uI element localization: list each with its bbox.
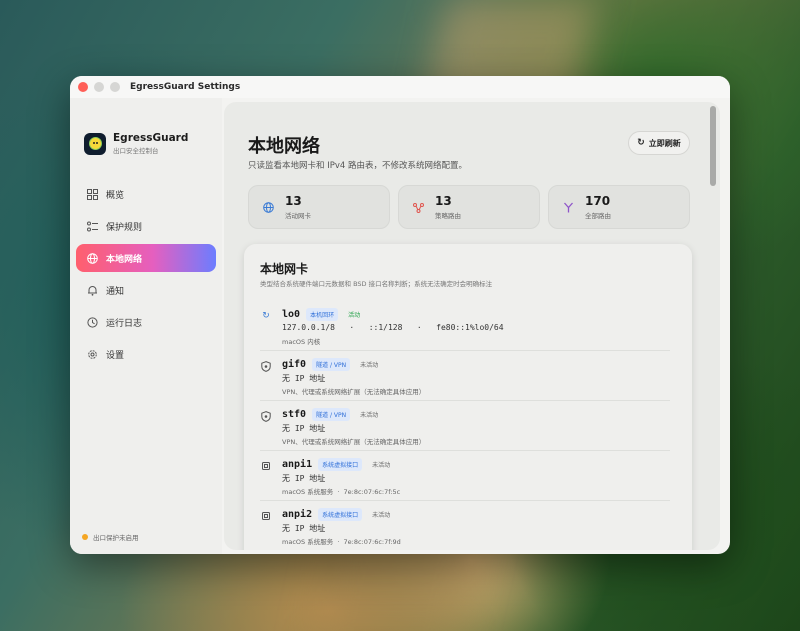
protection-status: 出口保护未启用 [82, 532, 139, 542]
stat-value: 13 [435, 194, 452, 208]
sidebar-item-rules[interactable]: 保护规则 [76, 212, 216, 240]
scrollbar-thumb[interactable] [710, 106, 716, 186]
gear-icon [86, 348, 98, 360]
stat-policy-routes: 13 策略路由 [398, 185, 540, 229]
globe-icon [261, 201, 275, 213]
minimize-window-button[interactable] [94, 82, 104, 92]
clock-icon [86, 316, 98, 328]
close-window-button[interactable] [78, 82, 88, 92]
brand-subtitle: 出口安全控制台 [113, 147, 159, 155]
interface-detail: macOS 系统服务 · 7e:8c:07:6c:7f:9d [282, 538, 401, 546]
interfaces-card: 本地网卡 类型结合系统硬件端口元数据和 BSD 接口名称判断；系统无法确定时会明… [244, 244, 692, 550]
interface-state: 未活动 [372, 462, 391, 469]
page-subtitle: 只读监看本地网卡和 IPv4 路由表，不修改系统网络配置。 [248, 161, 467, 171]
interface-addresses: 无 IP 地址 [282, 524, 326, 533]
sidebar-item-notifications[interactable]: 通知 [76, 276, 216, 304]
card-subtitle: 类型结合系统硬件端口元数据和 BSD 接口名称判断；系统无法确定时会明确标注 [260, 280, 493, 288]
interface-detail: macOS 内核 [282, 338, 321, 346]
status-dot [82, 534, 88, 540]
interface-addresses: 无 IP 地址 [282, 374, 326, 383]
grid-icon [86, 188, 98, 200]
interface-state: 未活动 [360, 412, 379, 419]
main-content: 本地网络 只读监看本地网卡和 IPv4 路由表，不修改系统网络配置。 ↻ 立即刷… [224, 102, 720, 550]
divider [260, 500, 670, 501]
rules-icon [86, 220, 98, 232]
interface-name: gif0 [282, 359, 307, 370]
interface-type-badge: 系统虚拟接口 [318, 508, 363, 521]
refresh-label: 立即刷新 [648, 138, 681, 148]
interface-addresses: 127.0.0.1/8 · ::1/128 · fe80::1%lo0/64 [282, 323, 504, 332]
stat-label: 策略路由 [435, 212, 461, 220]
chip-icon [260, 460, 272, 472]
window-title: EgressGuard Settings [130, 82, 241, 92]
sidebar-item-overview[interactable]: 概览 [76, 180, 216, 208]
interface-name: lo0 [282, 309, 301, 320]
sidebar-item-settings[interactable]: 设置 [76, 340, 216, 368]
shield-icon [260, 410, 272, 422]
route-icon [411, 202, 425, 213]
divider [260, 450, 670, 451]
interface-state: 未活动 [372, 512, 391, 519]
app-logo-icon [84, 132, 106, 155]
stat-all-routes: 170 全部路由 [548, 185, 690, 229]
brand-name: EgressGuard [113, 132, 189, 144]
globe-icon [86, 252, 98, 264]
interface-addresses: 无 IP 地址 [282, 474, 326, 483]
interface-name: stf0 [282, 409, 307, 420]
interface-state: 未活动 [360, 362, 379, 369]
refresh-icon: ↻ [637, 138, 645, 148]
branch-icon [561, 202, 575, 213]
stat-label: 全部路由 [585, 212, 611, 220]
interface-detail: VPN、代理或系统网络扩展（无法确定具体应用） [282, 438, 426, 446]
sidebar-item-local-network[interactable]: 本地网络 [76, 244, 216, 272]
sidebar-item-logs[interactable]: 运行日志 [76, 308, 216, 336]
interface-type-badge: 隧道 / VPN [312, 408, 351, 421]
sidebar: EgressGuard 出口安全控制台 概览 保护规则 本地网络 通知 运行日志… [70, 98, 222, 554]
stat-active-interfaces: 13 活动网卡 [248, 185, 390, 229]
stat-label: 活动网卡 [285, 212, 311, 220]
refresh-button[interactable]: ↻ 立即刷新 [628, 131, 690, 155]
sidebar-nav: 概览 保护规则 本地网络 通知 运行日志 设置 [76, 180, 216, 372]
sidebar-item-label: 通知 [106, 286, 125, 297]
protection-status-text: 出口保护未启用 [93, 534, 139, 542]
sidebar-item-label: 本地网络 [106, 254, 143, 265]
interface-detail: VPN、代理或系统网络扩展（无法确定具体应用） [282, 388, 426, 396]
interface-name: anpi1 [282, 459, 313, 470]
zoom-window-button[interactable] [110, 82, 120, 92]
sidebar-item-label: 保护规则 [106, 222, 143, 233]
divider [260, 350, 670, 351]
stat-value: 13 [285, 194, 302, 208]
bell-icon [86, 284, 98, 296]
interface-type-badge: 系统虚拟接口 [318, 458, 363, 471]
sidebar-item-label: 设置 [106, 350, 125, 361]
title-bar: EgressGuard Settings [70, 76, 730, 98]
interface-type-badge: 隧道 / VPN [312, 358, 351, 371]
sidebar-item-label: 运行日志 [106, 318, 143, 329]
interface-state: 活动 [348, 312, 361, 319]
settings-window: EgressGuard Settings EgressGuard 出口安全控制台… [70, 76, 730, 554]
chip-icon [260, 510, 272, 522]
interface-type-badge: 本机回环 [306, 308, 339, 321]
sidebar-item-label: 概览 [106, 190, 125, 201]
refresh-icon: ↻ [262, 311, 270, 321]
brand: EgressGuard 出口安全控制台 [84, 132, 188, 155]
stat-value: 170 [585, 194, 611, 208]
shield-icon [260, 360, 272, 372]
page-title: 本地网络 [248, 136, 320, 157]
card-title: 本地网卡 [260, 262, 309, 276]
interface-name: anpi2 [282, 509, 313, 520]
interface-detail: macOS 系统服务 · 7e:8c:07:6c:7f:5c [282, 488, 401, 496]
divider [260, 400, 670, 401]
interface-addresses: 无 IP 地址 [282, 424, 326, 433]
